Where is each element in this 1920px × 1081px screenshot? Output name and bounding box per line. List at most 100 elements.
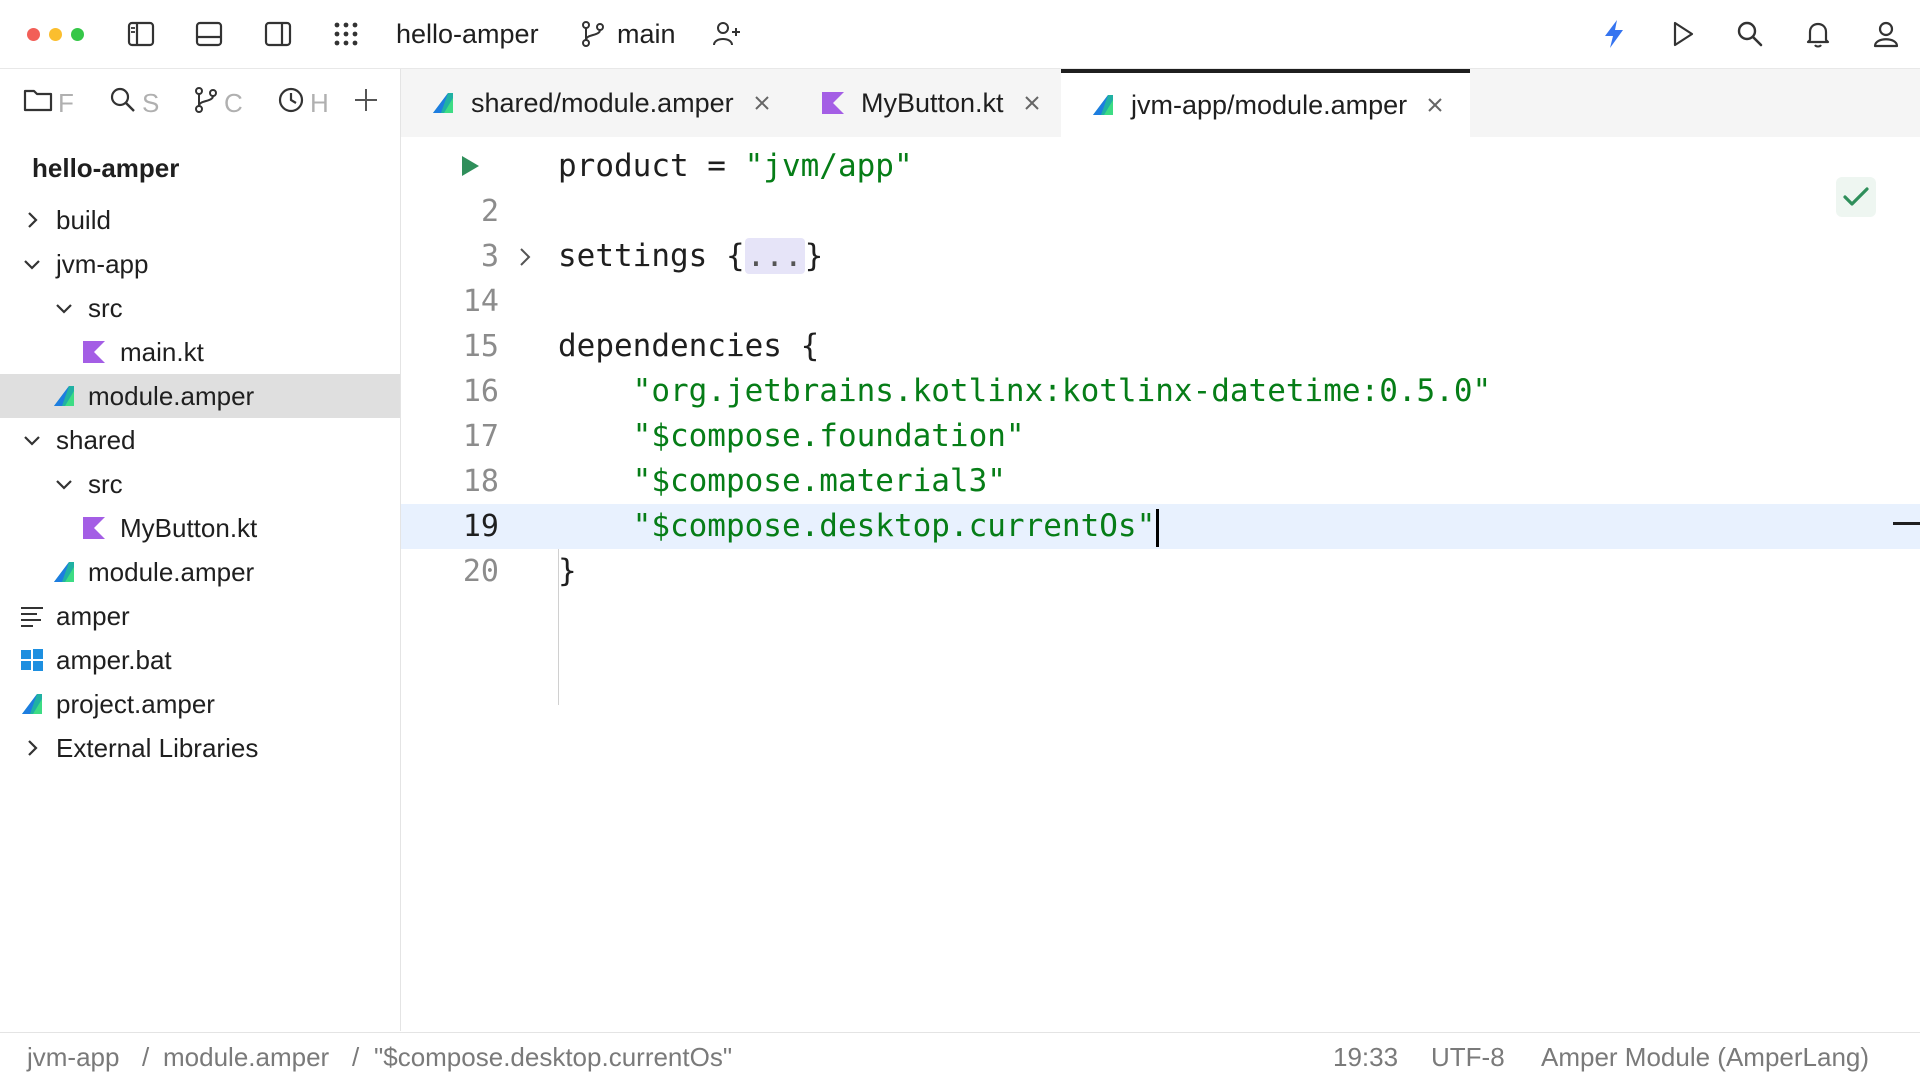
run-gutter-icon[interactable] — [458, 152, 482, 185]
line-number: 15 — [462, 329, 499, 364]
code-line[interactable]: product = "jvm/app" — [401, 144, 1920, 189]
tree-item-src[interactable]: src — [0, 462, 400, 506]
caret-position[interactable]: 19:33 — [1333, 1042, 1398, 1072]
code-text: } — [558, 553, 577, 589]
tree-item-build[interactable]: build — [0, 198, 400, 242]
chevron-down-icon[interactable] — [50, 470, 78, 498]
notifications-bell-icon[interactable] — [1801, 17, 1835, 51]
code-text: settings {...} — [558, 238, 824, 274]
add-collaborator-icon[interactable] — [710, 17, 744, 51]
search-icon[interactable] — [1733, 17, 1767, 51]
tree-item-amper-bat[interactable]: amper.bat — [0, 638, 400, 682]
amper-file-icon — [50, 558, 78, 586]
folded-region-badge[interactable]: ... — [744, 238, 805, 274]
kotlin-file-icon — [80, 338, 108, 366]
amper-file-icon — [18, 690, 46, 718]
tab-history[interactable]: H — [276, 86, 329, 120]
zoom-window-button[interactable] — [71, 28, 84, 41]
code-text: "$compose.foundation" — [632, 418, 1025, 454]
tab-label: shared/module.amper — [471, 87, 734, 118]
toggle-left-panel-icon[interactable] — [124, 17, 158, 51]
kotlin-file-icon — [80, 514, 108, 542]
fold-expand-icon[interactable] — [515, 246, 535, 273]
code-text: product = "jvm/app" — [558, 148, 913, 184]
code-line[interactable]: 3 settings {...} — [401, 234, 1920, 279]
chevron-right-icon[interactable] — [18, 734, 46, 762]
ide-window: hello-amper main F S C H hello-amper bui… — [0, 0, 1920, 1081]
project-name-widget[interactable]: hello-amper — [396, 19, 539, 49]
tree-item-label: jvm-app — [56, 248, 149, 279]
code-line[interactable]: 20 } — [401, 549, 1920, 594]
code-line[interactable]: 14 — [401, 279, 1920, 324]
git-branch-icon — [192, 85, 220, 122]
breadcrumb-item[interactable]: jvm-app — [27, 1042, 119, 1072]
tree-item-project-amper[interactable]: project.amper — [0, 682, 400, 726]
add-tab-button[interactable] — [352, 86, 380, 120]
text-caret — [1156, 508, 1160, 547]
tab-commit[interactable]: C — [192, 86, 243, 120]
kotlin-file-icon — [819, 89, 847, 117]
account-icon[interactable] — [1869, 17, 1903, 51]
toggle-right-panel-icon[interactable] — [261, 17, 295, 51]
code-line[interactable]: 18 "$compose.material3" — [401, 459, 1920, 504]
run-icon[interactable] — [1665, 17, 1699, 51]
main-menu-grid-icon[interactable] — [329, 17, 363, 51]
file-encoding[interactable]: UTF-8 — [1431, 1042, 1505, 1072]
tab-files[interactable]: F — [22, 86, 74, 120]
chevron-down-icon[interactable] — [18, 250, 46, 278]
tree-item-label: module.amper — [88, 556, 255, 587]
code-line[interactable]: 16 "org.jetbrains.kotlinx:kotlinx-dateti… — [401, 369, 1920, 414]
project-root[interactable]: hello-amper — [32, 153, 179, 184]
breadcrumb-item[interactable]: module.amper — [163, 1042, 329, 1072]
chevron-down-icon[interactable] — [18, 426, 46, 454]
tree-item-src[interactable]: src — [0, 286, 400, 330]
line-number: 17 — [462, 419, 499, 454]
close-window-button[interactable] — [27, 28, 40, 41]
tree-item-module-amper[interactable]: module.amper — [0, 374, 400, 418]
tree-item-shared[interactable]: shared — [0, 418, 400, 462]
code-text: "$compose.desktop.currentOs" — [558, 504, 1160, 549]
tree-item-mybutton-kt[interactable]: MyButton.kt — [0, 506, 400, 550]
tree-item-jvm-app[interactable]: jvm-app — [0, 242, 400, 286]
title-bar: hello-amper main — [0, 0, 1920, 69]
code-line-current[interactable]: 19 "$compose.desktop.currentOs" — [401, 504, 1920, 549]
tree-item-label: amper — [56, 600, 130, 631]
tab-shared-module-amper[interactable]: shared/module.amper — [429, 69, 774, 137]
line-number: 20 — [462, 554, 499, 589]
lightning-icon[interactable] — [1597, 17, 1631, 51]
close-tab-icon[interactable] — [1423, 93, 1447, 117]
amper-file-icon — [50, 382, 78, 410]
git-branch-icon — [576, 17, 610, 51]
tree-item-external-libraries[interactable]: External Libraries — [0, 726, 400, 770]
tab-commit-label: C — [224, 87, 243, 118]
code-editor[interactable]: product = "jvm/app" 2 3 settings {...} 1… — [401, 137, 1920, 1031]
tree-item-module-amper[interactable]: module.amper — [0, 550, 400, 594]
toggle-bottom-panel-icon[interactable] — [192, 17, 226, 51]
tab-search[interactable]: S — [108, 86, 159, 120]
tree-item-main-kt[interactable]: main.kt — [0, 330, 400, 374]
code-line[interactable]: 2 — [401, 189, 1920, 234]
text-file-icon — [18, 602, 46, 630]
breadcrumb-item[interactable]: "$compose.desktop.currentOs" — [374, 1042, 732, 1072]
chevron-right-icon[interactable] — [18, 206, 46, 234]
tab-history-label: H — [310, 87, 329, 118]
close-tab-icon[interactable] — [750, 91, 774, 115]
file-language[interactable]: Amper Module (AmperLang) — [1541, 1042, 1869, 1072]
tree-item-label: main.kt — [120, 336, 204, 367]
code-text: "$compose.material3" — [632, 463, 1006, 499]
tab-jvm-app-module-amper[interactable]: jvm-app/module.amper — [1061, 69, 1470, 137]
vcs-branch-widget[interactable]: main — [617, 19, 676, 49]
inspection-ok-check-icon[interactable] — [1836, 177, 1876, 217]
amper-file-icon — [429, 89, 457, 117]
tree-item-label: build — [56, 204, 111, 235]
chevron-down-icon[interactable] — [50, 294, 78, 322]
code-line[interactable]: 15 dependencies { — [401, 324, 1920, 369]
line-number: 16 — [462, 374, 499, 409]
tree-item-amper[interactable]: amper — [0, 594, 400, 638]
minimize-window-button[interactable] — [49, 28, 62, 41]
code-line[interactable]: 17 "$compose.foundation" — [401, 414, 1920, 459]
line-number: 2 — [480, 194, 499, 229]
plus-icon — [352, 86, 380, 121]
tab-mybutton-kt[interactable]: MyButton.kt — [819, 69, 1044, 137]
close-tab-icon[interactable] — [1020, 91, 1044, 115]
